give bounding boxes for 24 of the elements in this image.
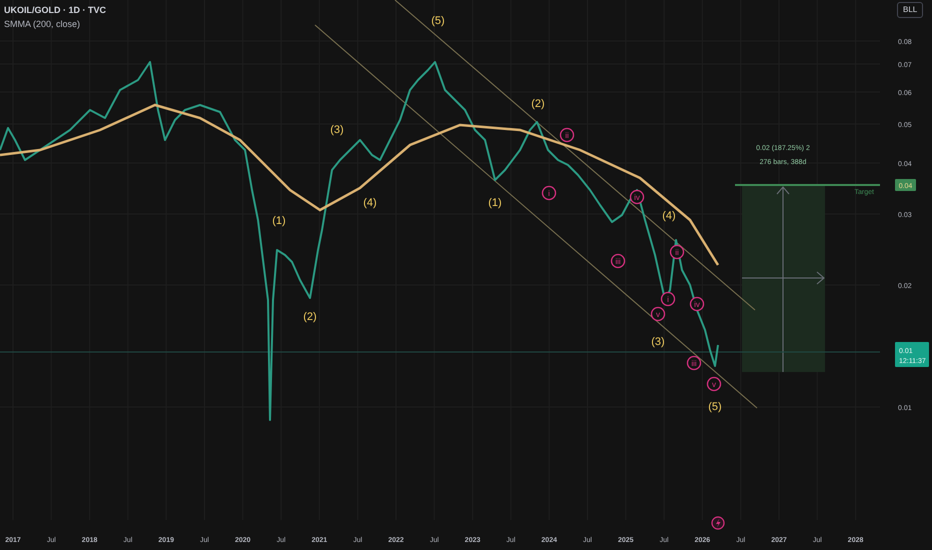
wave-label: (2) [531, 98, 545, 110]
wave-label: iii [686, 356, 702, 370]
wave-label: (3) [651, 336, 665, 348]
wave-label: (4) [662, 210, 676, 222]
wave-label: ii [670, 244, 684, 260]
wave-label: iii [610, 254, 626, 268]
wave-label: (4) [363, 197, 377, 209]
wave-label: iv [630, 190, 644, 204]
chart-button[interactable]: BLL [897, 2, 924, 18]
wave-label: (5) [431, 15, 445, 27]
wave-label: iv [690, 296, 704, 312]
wave-label: ii [560, 128, 574, 142]
wave-label: v [650, 306, 666, 322]
lightning-icon[interactable] [711, 516, 725, 530]
wave-label: (1) [488, 197, 502, 209]
wave-label: (1) [272, 215, 286, 227]
wave-label: (5) [708, 401, 722, 413]
wave-label: i [542, 186, 556, 200]
wave-label: i [660, 292, 676, 306]
wave-label: (3) [330, 124, 344, 136]
wave-label: (2) [303, 311, 317, 323]
symbol-title: UKOIL/GOLD · 1D · TVC [4, 4, 106, 17]
indicator-label: SMMA (200, close) [4, 18, 82, 31]
wave-label: v [706, 376, 722, 392]
